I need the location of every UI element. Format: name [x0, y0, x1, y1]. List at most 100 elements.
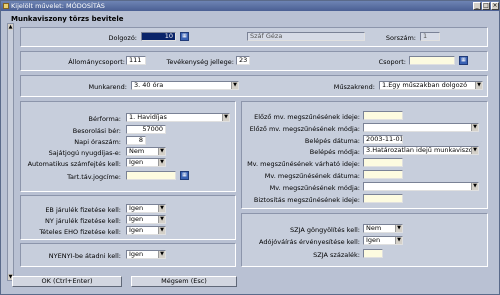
berforma-select[interactable]: 1. Havidíjas ▼ — [126, 113, 230, 122]
adojovairas-value: Igen — [366, 236, 381, 244]
tax-panel: SZJA göngyölítés kell: Nem ▼ Adójóváírás … — [241, 213, 488, 267]
adojovairas-select[interactable]: Igen ▼ — [363, 236, 403, 245]
elozo-modja-label: Előző mv. megszűnésének módja: — [249, 125, 360, 133]
szja-gongyolites-label: SZJA göngyölítés kell: — [289, 226, 360, 234]
chevron-down-icon[interactable]: ▼ — [158, 251, 165, 258]
title-bar: Kijelölt művelet: MÓDOSÍTÁS _ □ × — [1, 1, 499, 11]
minimize-button[interactable]: _ — [473, 2, 481, 10]
belepes-modja-value: 3.Határozatlan idejű munkaviszony — [366, 146, 479, 154]
mv-varhato-label: Mv. megszűnésének várható ideje: — [247, 160, 360, 168]
dialog-window: Kijelölt művelet: MÓDOSÍTÁS _ □ × Munkav… — [0, 0, 500, 295]
group-panel: Állománycsoport: 111 Tevékenység jellege… — [20, 51, 488, 71]
elozo-modja-select[interactable]: ▼ — [363, 123, 479, 132]
sajatjogu-value: Nem — [129, 147, 145, 155]
muszakrend-value: 1.Egy műszakban dolgozó — [382, 81, 468, 89]
biztositas-input[interactable] — [363, 194, 403, 203]
elozo-ideje-label: Előző mv. megszűnésének ideje: — [254, 113, 360, 121]
napi-oraszam-input[interactable]: 8 — [126, 136, 146, 145]
form-area: Munkaviszony törzs bevitele ▲ ▼ Dolgozó:… — [1, 11, 499, 294]
scroll-up-icon[interactable]: ▲ — [8, 24, 13, 30]
eb-label: EB járulék fizetése kell: — [45, 206, 121, 214]
berforma-value: 1. Havidíjas — [129, 113, 167, 121]
employee-panel: Dolgozó: 10 ▦ Száf Géza Sorszám: 1 — [20, 27, 488, 47]
sorszam-label: Sorszám: — [385, 34, 416, 42]
eb-select[interactable]: Igen ▼ — [126, 204, 166, 213]
allomany-label: Állománycsoport: — [68, 58, 125, 66]
eho-label: Tételes EHO fizetése kell: — [39, 228, 121, 236]
belepes-modja-select[interactable]: 3.Határozatlan idejű munkaviszony ▼ — [363, 146, 479, 155]
chevron-down-icon[interactable]: ▼ — [471, 124, 478, 131]
szja-szazalek-input[interactable] — [363, 249, 383, 258]
csoport-label: Csoport: — [378, 58, 406, 66]
chevron-down-icon[interactable]: ▼ — [158, 227, 165, 234]
mv-modja-select[interactable]: ▼ — [363, 182, 479, 191]
dolgozo-name-field: Száf Géza — [247, 32, 365, 41]
tevekenyseg-label: Tevékenység jellege: — [166, 58, 234, 66]
cancel-button[interactable]: Mégsem (Esc) — [131, 276, 237, 287]
szja-szazalek-label: SZJA százalék: — [313, 251, 360, 259]
besorolasi-input[interactable]: 57000 — [126, 125, 166, 134]
form-heading: Munkaviszony törzs bevitele — [11, 15, 124, 23]
mv-varhato-input[interactable] — [363, 158, 403, 167]
tartav-input[interactable] — [126, 171, 176, 180]
chevron-down-icon[interactable]: ▼ — [395, 237, 402, 244]
eb-value: Igen — [129, 204, 144, 212]
chevron-down-icon[interactable]: ▼ — [471, 147, 478, 154]
chevron-down-icon[interactable]: ▼ — [471, 183, 478, 190]
belepes-modja-label: Belépés módja: — [309, 148, 360, 156]
chevron-down-icon[interactable]: ▼ — [222, 114, 229, 121]
adojovairas-label: Adójóváírás érvényesítése kell: — [259, 238, 360, 246]
csoport-input[interactable] — [409, 56, 455, 65]
dolgozo-picker-icon[interactable]: ▦ — [180, 32, 189, 41]
besorolasi-label: Besorolási bér: — [72, 127, 121, 135]
ok-button[interactable]: OK (Ctrl+Enter) — [12, 276, 122, 287]
vertical-scrollbar[interactable]: ▲ ▼ — [7, 23, 14, 281]
tartav-picker-icon[interactable]: ▦ — [180, 171, 189, 180]
eho-select[interactable]: Igen ▼ — [126, 226, 166, 235]
close-button[interactable]: × — [491, 2, 499, 10]
mv-datum-label: Mv. megszűnésének dátuma: — [264, 172, 360, 180]
chevron-down-icon[interactable]: ▼ — [158, 205, 165, 212]
chevron-down-icon[interactable]: ▼ — [231, 82, 238, 89]
nyenyi-panel: NYENYI-be átadni kell: Igen ▼ — [20, 243, 236, 267]
munkarend-select[interactable]: 3. 40 óra ▼ — [131, 81, 239, 90]
berforma-label: Bérforma: — [88, 115, 121, 123]
auto-szamfejtes-label: Automatikus számfejtés kell: — [27, 160, 121, 168]
nyenyi-value: Igen — [129, 250, 144, 258]
eho-value: Igen — [129, 226, 144, 234]
belepes-datum-label: Belépés dátuma: — [304, 137, 360, 145]
tevekenyseg-input[interactable]: 23 — [236, 56, 250, 65]
munkarend-label: Munkarend: — [88, 83, 127, 91]
auto-szamfejtes-value: Igen — [129, 158, 144, 166]
sajatjogu-label: Sajátjogú nyugdíjas-e: — [48, 149, 121, 157]
auto-szamfejtes-select[interactable]: Igen ▼ — [126, 158, 166, 167]
szja-gongyolites-value: Nem — [366, 224, 382, 232]
app-icon — [3, 3, 9, 9]
napi-oraszam-label: Napi óraszám: — [74, 138, 121, 146]
tartav-label: Tart.táv.jogcíme: — [67, 173, 121, 181]
ny-value: Igen — [129, 215, 144, 223]
mv-modja-label: Mv. megszűnésének módja: — [269, 184, 360, 192]
nyenyi-select[interactable]: Igen ▼ — [126, 250, 166, 259]
ny-select[interactable]: Igen ▼ — [126, 215, 166, 224]
belepes-datum-input[interactable]: 2003-11-01 — [363, 135, 403, 144]
chevron-down-icon[interactable]: ▼ — [475, 82, 482, 89]
csoport-picker-icon[interactable]: ▦ — [459, 56, 468, 65]
chevron-down-icon[interactable]: ▼ — [395, 225, 402, 232]
maximize-button[interactable]: □ — [482, 2, 490, 10]
mv-datum-input[interactable] — [363, 170, 403, 179]
dolgozo-input[interactable]: 10 — [141, 32, 176, 41]
elozo-ideje-input[interactable] — [363, 111, 403, 120]
chevron-down-icon[interactable]: ▼ — [158, 148, 165, 155]
munkarend-value: 3. 40 óra — [134, 81, 164, 89]
sajatjogu-select[interactable]: Nem ▼ — [126, 147, 166, 156]
nyenyi-label: NYENYI-be átadni kell: — [48, 252, 121, 260]
employment-dates-panel: Előző mv. megszűnésének ideje: Előző mv.… — [241, 101, 488, 209]
biztositas-label: Biztosítás megszűnésének ideje: — [253, 196, 360, 204]
szja-gongyolites-select[interactable]: Nem ▼ — [363, 224, 403, 233]
muszakrend-select[interactable]: 1.Egy műszakban dolgozó ▼ — [379, 81, 483, 90]
sorszam-field: 1 — [420, 32, 440, 41]
allomany-input[interactable]: 111 — [126, 56, 146, 65]
chevron-down-icon[interactable]: ▼ — [158, 216, 165, 223]
chevron-down-icon[interactable]: ▼ — [158, 159, 165, 166]
